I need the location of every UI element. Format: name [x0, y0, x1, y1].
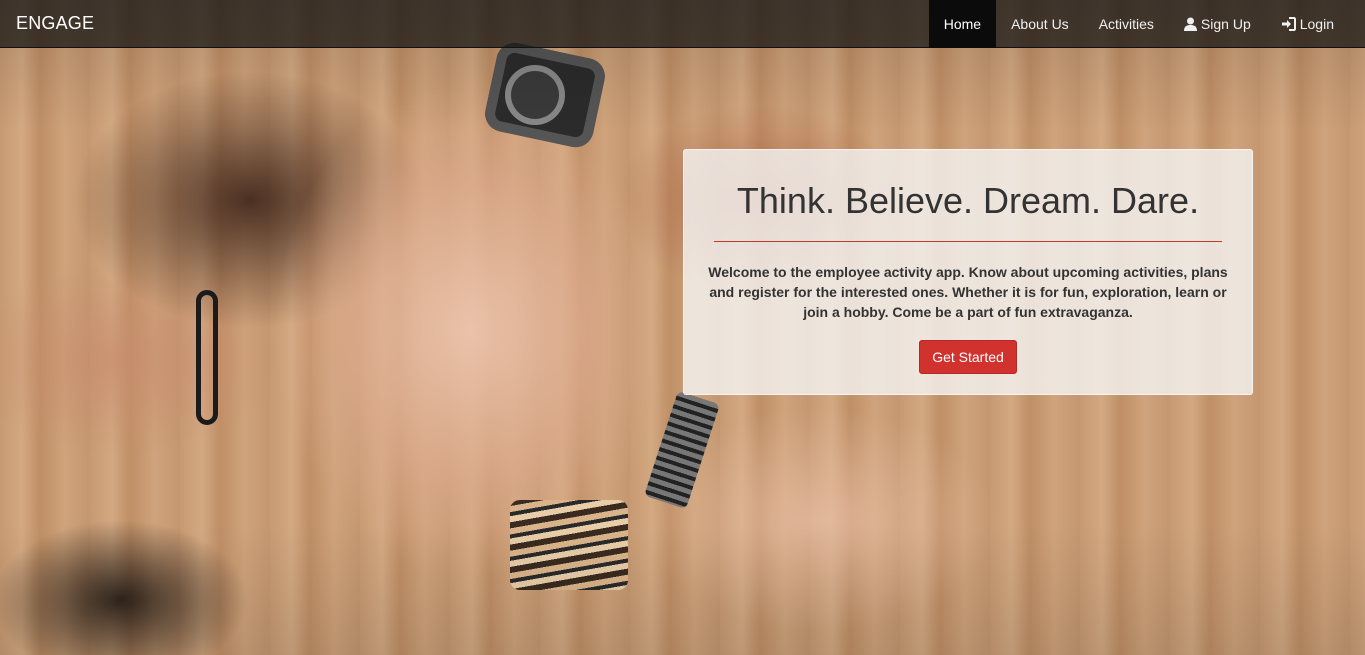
nav-item-activities[interactable]: Activities: [1084, 0, 1169, 48]
navbar: ENGAGE Home About Us Activities Sign Up: [0, 0, 1365, 48]
nav-item-sign-up[interactable]: Sign Up: [1169, 0, 1266, 48]
nav-item-label: Login: [1299, 15, 1334, 32]
login-icon: [1281, 16, 1296, 31]
nav-item-home[interactable]: Home: [928, 0, 997, 48]
page: ENGAGE Home About Us Activities Sign Up: [0, 0, 1365, 655]
hero-title: Think. Believe. Dream. Dare.: [736, 180, 1200, 221]
nav-item-about-us[interactable]: About Us: [996, 0, 1084, 48]
nav-item-label: About Us: [1011, 15, 1069, 32]
user-icon: [1183, 17, 1197, 31]
hero-divider: [714, 241, 1222, 242]
nav-item-label: Activities: [1098, 15, 1154, 32]
brand-logo[interactable]: ENGAGE: [0, 13, 94, 34]
hero-description: Welcome to the employee activity app. Kn…: [708, 264, 1228, 320]
nav-item-login[interactable]: Login: [1266, 0, 1349, 48]
nav-item-label: Home: [943, 15, 982, 32]
nav-menu: Home About Us Activities Sign Up Login: [928, 0, 1365, 48]
nav-item-label: Sign Up: [1200, 15, 1251, 32]
get-started-button[interactable]: Get Started: [919, 340, 1017, 374]
hero-card: Think. Believe. Dream. Dare. Welcome to …: [683, 149, 1253, 395]
